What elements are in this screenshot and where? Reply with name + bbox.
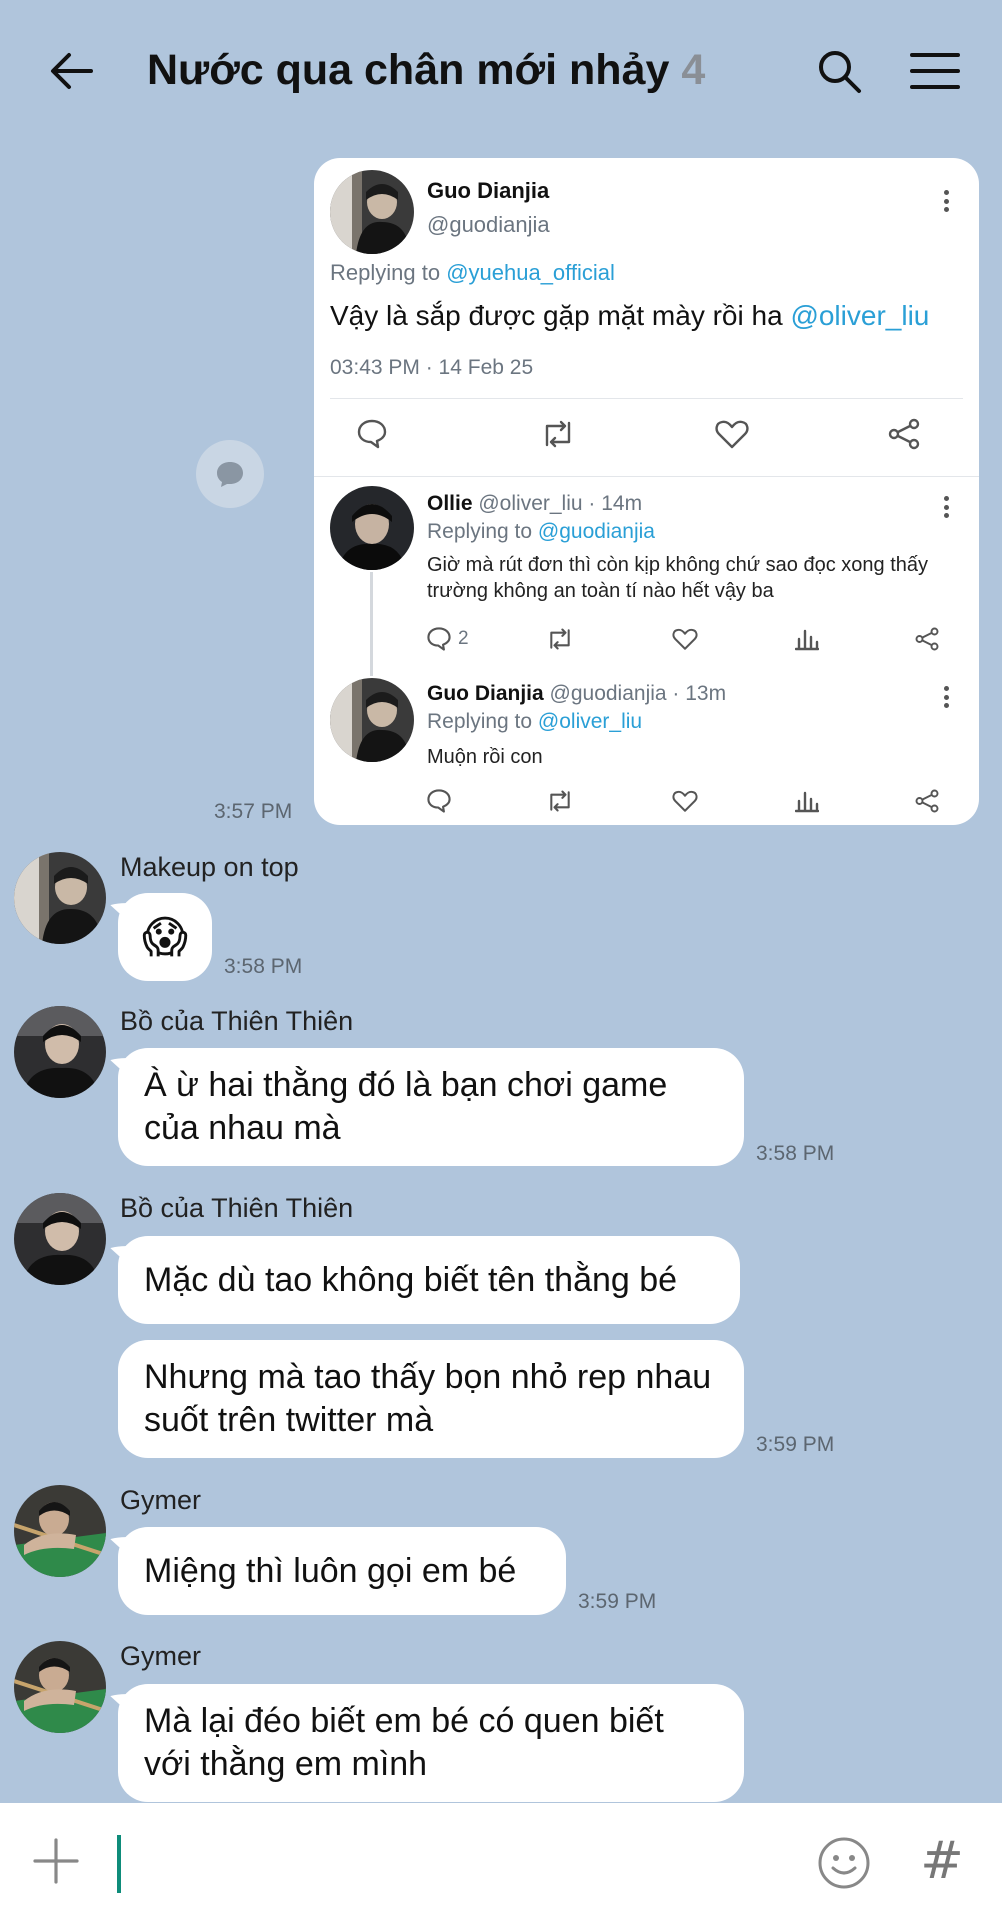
retweet-button[interactable] [544,624,576,654]
more-options-icon[interactable] [934,186,958,216]
reply-button[interactable] [354,416,390,452]
plus-icon [33,1838,79,1884]
text-cursor[interactable] [117,1835,121,1893]
retweet-icon [550,790,570,812]
avatar[interactable] [14,1193,106,1285]
like-button[interactable] [670,786,700,816]
retweet-button[interactable] [544,786,576,816]
reply-text: Muộn rồi con [427,746,543,768]
reply-header: Guo Dianjia @guodianjia · 13m [427,682,727,705]
reply-button[interactable] [426,786,456,816]
sender-name: Makeup on top [120,852,299,882]
message-bubble[interactable]: 😱 [118,893,212,981]
message-bubble[interactable]: Miệng thì luôn gọi em bé [118,1527,566,1615]
comment-icon [427,789,451,813]
heart-icon [715,420,749,449]
share-icon [915,627,939,651]
share-icon [888,418,920,450]
mention-link[interactable]: @guodianjia [538,520,655,543]
message-time: 3:59 PM [756,1433,835,1456]
avatar[interactable] [330,486,414,570]
attach-button[interactable] [30,1835,82,1887]
chat-title: Nước qua chân mới nhảy [147,45,670,94]
sender-name: Gymer [120,1641,201,1671]
replying-to: Replying to @yuehua_official [330,260,615,285]
back-button[interactable] [40,40,102,102]
bar-chart-icon [795,791,819,813]
analytics-button[interactable] [792,624,822,654]
search-button[interactable] [808,40,870,102]
comment-icon [357,419,387,449]
share-tweet-button[interactable] [912,624,942,654]
tweet-timestamp: 03:43 PM · 14 Feb 25 [330,356,534,379]
share-tweet-button[interactable] [886,416,922,452]
more-options-icon[interactable] [934,492,958,522]
like-button[interactable] [714,416,750,452]
replying-to: Replying to @oliver_liu [427,710,643,733]
divider [330,398,963,399]
replying-to: Replying to @guodianjia [427,520,655,543]
chat-header: Nước qua chân mới nhảy 4 [0,0,1002,140]
tweet-author-handle: @guodianjia [427,212,550,237]
reply-header: Ollie @oliver_liu · 14m [427,492,643,515]
message-time: 3:57 PM [214,800,293,823]
member-count: 4 [681,45,706,94]
chat-title-area[interactable]: Nước qua chân mới nhảy 4 [147,44,705,96]
analytics-button[interactable] [792,786,822,816]
avatar[interactable] [14,1485,106,1577]
message-time: 3:59 PM [578,1590,657,1613]
mention-link[interactable]: @oliver_liu [790,300,929,331]
avatar[interactable] [14,852,106,944]
sender-name: Bồ của Thiên Thiên [120,1193,354,1223]
retweet-icon [550,628,570,650]
avatar[interactable] [14,1006,106,1098]
hamburger-menu-icon [910,53,960,89]
sender-name: Gymer [120,1485,201,1515]
message-time: 3:58 PM [224,955,303,978]
sender-name: Bồ của Thiên Thiên [120,1006,354,1036]
mention-link[interactable]: @oliver_liu [538,710,642,733]
more-options-icon[interactable] [934,682,958,712]
avatar[interactable] [14,1641,106,1733]
like-button[interactable] [670,624,700,654]
tweet-author-name: Guo Dianjia [427,178,550,203]
emoji-icon [818,1837,870,1889]
message-bubble[interactable]: Nhưng mà tao thấy bọn nhỏ rep nhau suốt … [118,1340,744,1458]
arrow-left-icon [51,53,93,89]
message-time: 3:58 PM [756,1142,835,1165]
reply-text: Giờ mà rút đơn thì còn kịp không chứ sao… [427,554,928,602]
speech-bubble-icon [217,462,243,487]
retweet-icon [545,420,571,448]
avatar[interactable] [330,170,414,254]
emoji-button[interactable] [816,1835,872,1891]
message-bubble[interactable]: Mà lại đéo biết em bé có quen biết với t… [118,1684,744,1802]
tweet-text: Vậy là sắp được gặp mặt mày rồi ha @oliv… [330,300,930,331]
heart-icon [672,790,698,812]
thread-line [370,572,373,676]
search-icon [819,51,861,93]
divider [314,476,979,477]
retweet-button[interactable] [538,416,578,452]
share-icon [915,789,939,813]
menu-button[interactable] [904,40,966,102]
message-bubble[interactable]: À ừ hai thằng đó là bạn chơi game của nh… [118,1048,744,1166]
reply-count: 2 [458,628,469,649]
hashtag-button[interactable]: # [918,1831,966,1891]
message-composer: # [0,1803,1002,1920]
share-button[interactable] [196,440,264,508]
avatar[interactable] [330,678,414,762]
bar-chart-icon [795,629,819,651]
reply-button[interactable]: 2 [426,624,486,654]
message-bubble[interactable]: Mặc dù tao không biết tên thằng bé [118,1236,740,1324]
share-tweet-button[interactable] [912,786,942,816]
shared-tweet-card[interactable]: Guo Dianjia @guodianjia Replying to @yue… [314,158,979,825]
mention-link[interactable]: @yuehua_official [446,260,615,285]
heart-icon [672,628,698,650]
comment-icon [427,627,451,651]
